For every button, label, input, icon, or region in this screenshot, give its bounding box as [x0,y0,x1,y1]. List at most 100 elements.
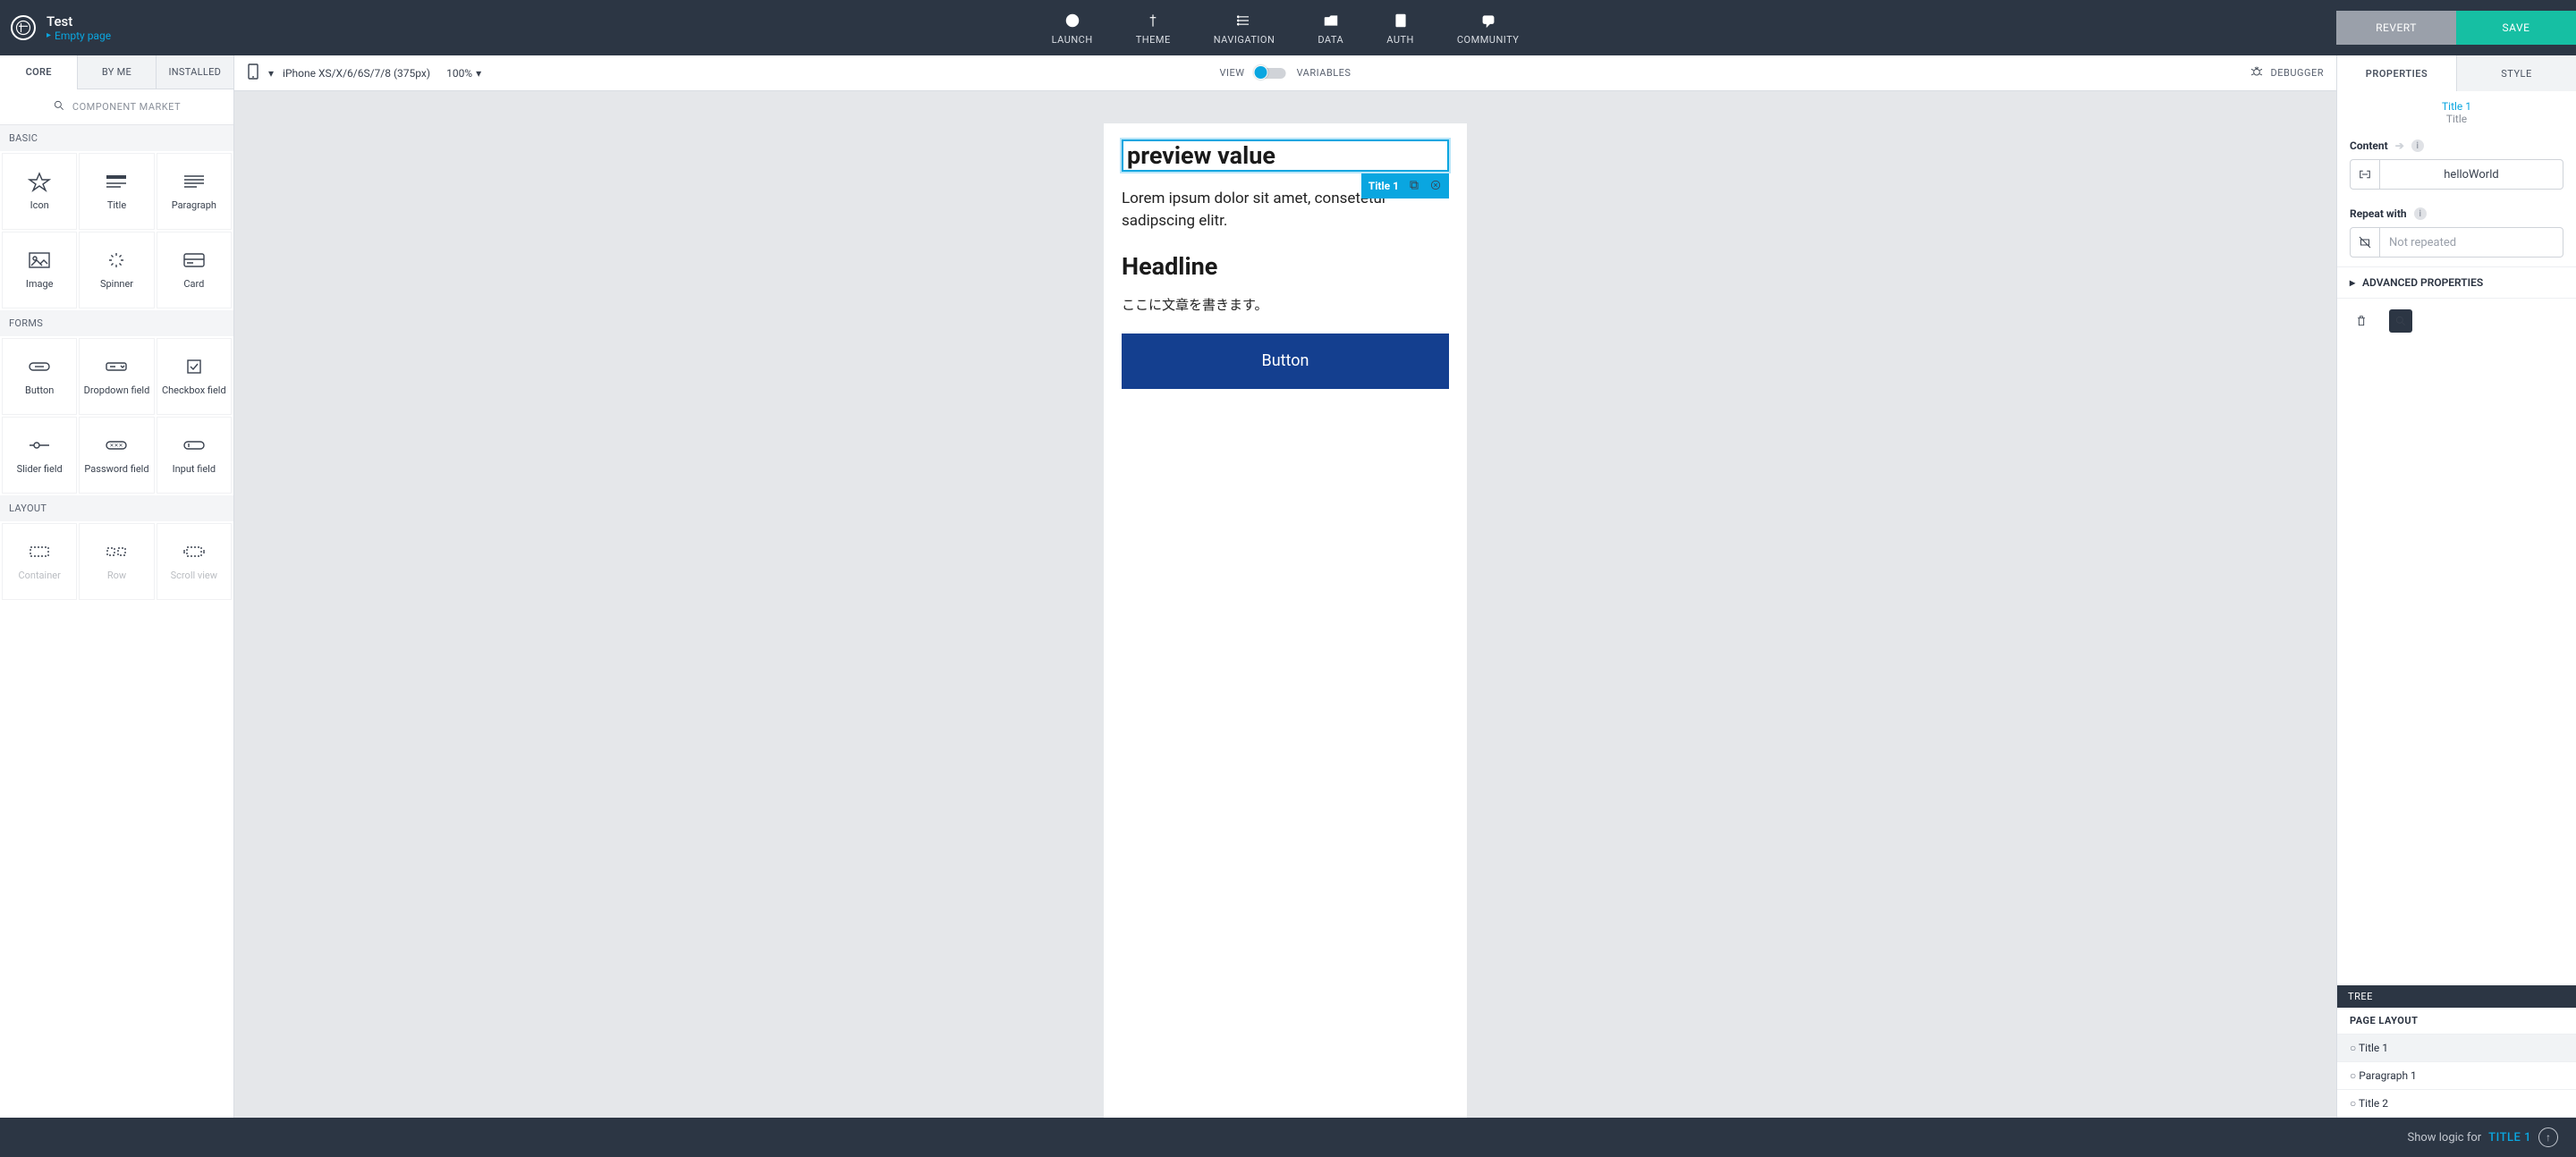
top-icon-community[interactable]: COMMUNITY [1452,11,1525,46]
data-icon [1322,11,1340,30]
component-spinner[interactable]: Spinner [79,232,154,308]
arrow-right-icon[interactable]: ➔ [2395,139,2404,152]
header-right: REVERT SAVE [2336,0,2576,55]
bottom-bar: Show logic for TITLE 1 ↑ [0,1118,2576,1157]
footer-prefix: Show logic for [2407,1131,2481,1144]
inspect-button[interactable] [2389,309,2412,333]
component-icon[interactable]: Icon [2,153,77,230]
component-label: Checkbox field [162,384,226,396]
component-button[interactable]: Button [2,338,77,415]
right-panel: PROPERTIES STYLE Title 1 Title Content ➔… [2336,55,2576,1118]
footer-target[interactable]: TITLE 1 [2488,1131,2531,1144]
right-tab-style[interactable]: STYLE [2456,55,2576,91]
selection-tag: Title 1 [1361,173,1449,198]
advanced-properties[interactable]: ▸ ADVANCED PROPERTIES [2337,266,2576,299]
star-icon [24,171,55,192]
title-icon [101,171,131,192]
tree-page-layout[interactable]: PAGE LAYOUT [2337,1008,2576,1035]
device-frame: preview value Title 1 Lorem ipsum dolor … [1104,123,1467,1118]
top-icon-label: COMMUNITY [1457,34,1520,46]
canvas-title-2[interactable]: Headline [1122,252,1449,281]
image-icon [24,249,55,271]
component-label: Scroll view [171,570,217,581]
zoom-value: 100% [446,67,472,80]
search-icon [53,99,65,114]
view-variables-toggle: VIEW VARIABLES [1220,67,1352,79]
auth-icon [1392,11,1410,30]
tree-item-paragraph-1[interactable]: Paragraph 1 [2337,1062,2576,1090]
component-paragraph[interactable]: Paragraph [157,153,232,230]
component-label: Title [107,199,126,211]
expand-up-icon[interactable]: ↑ [2538,1127,2558,1147]
component-market-label: COMPONENT MARKET [72,101,181,113]
properties-crumb-current: Title [2337,113,2576,125]
save-button[interactable]: SAVE [2456,11,2576,45]
trash-button[interactable] [2350,309,2373,333]
canvas-paragraph-2[interactable]: ここに文章を書きます。 [1122,295,1449,314]
left-panel: CORE BY ME INSTALLED COMPONENT MARKET BA… [0,55,234,1118]
component-label: Input field [173,463,216,475]
component-label: Row [107,570,126,581]
right-tabs: PROPERTIES STYLE [2337,55,2576,91]
button-icon [24,356,55,377]
debugger-button[interactable]: DEBUGGER [2250,64,2324,81]
canvas[interactable]: preview value Title 1 Lorem ipsum dolor … [234,91,2336,1118]
top-icon-theme[interactable]: THEME [1131,11,1176,46]
content-input[interactable] [2380,159,2563,190]
tree-header: TREE [2337,985,2576,1008]
no-repeat-icon[interactable] [2350,227,2380,258]
top-icon-label: AUTH [1386,34,1414,46]
component-dropdown[interactable]: Dropdown field [79,338,154,415]
component-title[interactable]: Title [79,153,154,230]
breadcrumb[interactable]: ▸ Empty page [47,30,111,42]
tree-item-title-2[interactable]: Title 2 [2337,1090,2576,1118]
component-password[interactable]: ✕✕✕ Password field [79,417,154,494]
component-row[interactable]: Row [79,523,154,600]
component-container[interactable]: Container [2,523,77,600]
chevron-right-icon: ▸ [2350,276,2355,289]
tree-item-title-1[interactable]: Title 1 [2337,1035,2576,1062]
main: CORE BY ME INSTALLED COMPONENT MARKET BA… [0,55,2576,1118]
theme-icon [1144,11,1162,30]
component-input[interactable]: Input field [157,417,232,494]
component-market[interactable]: COMPONENT MARKET [0,89,233,125]
svg-text:✕✕✕: ✕✕✕ [110,443,123,449]
properties-breadcrumb: Title 1 Title [2337,91,2576,131]
component-card[interactable]: Card [157,232,232,308]
delete-icon[interactable] [1429,179,1442,194]
top-icon-navigation[interactable]: NAVIGATION [1208,11,1281,46]
component-slider[interactable]: Slider field [2,417,77,494]
right-tab-properties[interactable]: PROPERTIES [2337,55,2456,91]
top-icon-data[interactable]: DATA [1312,11,1349,46]
info-icon[interactable]: i [2411,139,2424,152]
component-image[interactable]: Image [2,232,77,308]
component-label: Spinner [100,278,133,290]
top-icon-launch[interactable]: LAUNCH [1046,11,1098,46]
info-icon[interactable]: i [2414,207,2427,220]
properties-crumb-link[interactable]: Title 1 [2337,100,2576,113]
binding-icon[interactable] [2350,159,2380,190]
bug-icon [2250,64,2264,81]
left-tab-installed[interactable]: INSTALLED [156,55,233,89]
zoom-picker[interactable]: 100% ▾ [446,67,481,80]
selection-tag-label: Title 1 [1368,180,1399,192]
revert-button[interactable]: REVERT [2336,11,2456,45]
app-logo[interactable] [11,15,36,40]
copy-icon[interactable] [1408,179,1420,194]
repeat-input[interactable]: Not repeated [2380,227,2563,258]
canvas-title-1[interactable]: preview value Title 1 [1122,139,1449,172]
toggle[interactable] [1256,68,1286,79]
checkbox-icon [179,356,209,377]
left-tab-byme[interactable]: BY ME [77,55,155,89]
tree-item-label: Title 2 [2350,1097,2388,1110]
component-checkbox[interactable]: Checkbox field [157,338,232,415]
device-picker[interactable]: ▾ iPhone XS/X/6/6S/7/8 (375px) [247,63,430,82]
top-icon-auth[interactable]: AUTH [1381,11,1419,46]
canvas-button[interactable]: Button [1122,334,1449,389]
section-forms-head: FORMS [0,310,233,336]
chevron-down-icon: ▾ [476,67,481,80]
top-icon-label: LAUNCH [1052,34,1093,46]
component-scrollview[interactable]: Scroll view [157,523,232,600]
left-tab-core[interactable]: CORE [0,55,77,89]
component-label: Password field [84,463,148,475]
